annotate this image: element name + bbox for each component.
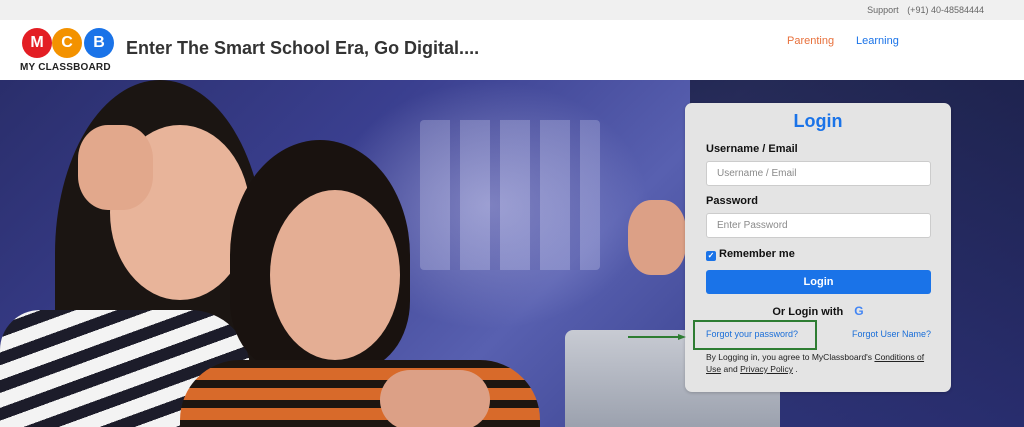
terms-and: and bbox=[723, 364, 738, 374]
forgot-password-link[interactable]: Forgot your password? bbox=[706, 329, 798, 339]
remember-checkbox[interactable]: ✓ bbox=[706, 251, 716, 261]
top-bar: Support (+91) 40-48584444 bbox=[0, 0, 1024, 20]
support-label: Support bbox=[867, 5, 899, 15]
logo-letter-c: C bbox=[52, 28, 82, 58]
logo-circles: M C B bbox=[22, 28, 114, 58]
annotation-arrow-icon bbox=[628, 334, 686, 340]
remember-label: Remember me bbox=[719, 248, 795, 260]
google-icon[interactable]: G bbox=[854, 304, 863, 318]
remember-me[interactable]: ✓ Remember me bbox=[706, 248, 795, 261]
password-label: Password bbox=[706, 195, 758, 207]
nav-parenting[interactable]: Parenting bbox=[787, 35, 834, 47]
site-header: M C B MY CLASSBOARD Enter The Smart Scho… bbox=[0, 20, 1024, 80]
background-shelf bbox=[420, 120, 600, 270]
or-login-with-label: Or Login with bbox=[772, 306, 844, 318]
nav-learning[interactable]: Learning bbox=[856, 35, 899, 47]
login-title: Login bbox=[793, 111, 843, 131]
terms-suffix: . bbox=[795, 364, 798, 374]
login-button[interactable]: Login bbox=[706, 270, 931, 294]
girl-right-face bbox=[270, 190, 400, 360]
logo-letter-m: M bbox=[22, 28, 52, 58]
girl-arm bbox=[380, 370, 490, 427]
girl-left-fist bbox=[78, 125, 153, 210]
username-input[interactable] bbox=[706, 161, 931, 186]
password-input[interactable] bbox=[706, 213, 931, 238]
terms-prefix: By Logging in, you agree to MyClassboard… bbox=[706, 352, 873, 362]
privacy-policy-link[interactable]: Privacy Policy bbox=[740, 364, 793, 374]
username-label: Username / Email bbox=[706, 143, 798, 155]
support-phone[interactable]: (+91) 40-48584444 bbox=[907, 5, 984, 15]
forgot-username-link[interactable]: Forgot User Name? bbox=[852, 329, 931, 339]
social-login: Or Login with G bbox=[685, 304, 951, 318]
terms-text: By Logging in, you agree to MyClassboard… bbox=[706, 351, 934, 375]
logo-letter-b: B bbox=[84, 28, 114, 58]
brand-name: MY CLASSBOARD bbox=[20, 62, 111, 73]
girl-right-fist bbox=[628, 200, 686, 275]
mcb-logo[interactable]: M C B MY CLASSBOARD bbox=[18, 26, 118, 76]
support-info: Support (+91) 40-48584444 bbox=[861, 5, 984, 15]
login-panel: Login Username / Email Password ✓Remembe… bbox=[685, 103, 951, 392]
tagline: Enter The Smart School Era, Go Digital..… bbox=[126, 38, 480, 58]
